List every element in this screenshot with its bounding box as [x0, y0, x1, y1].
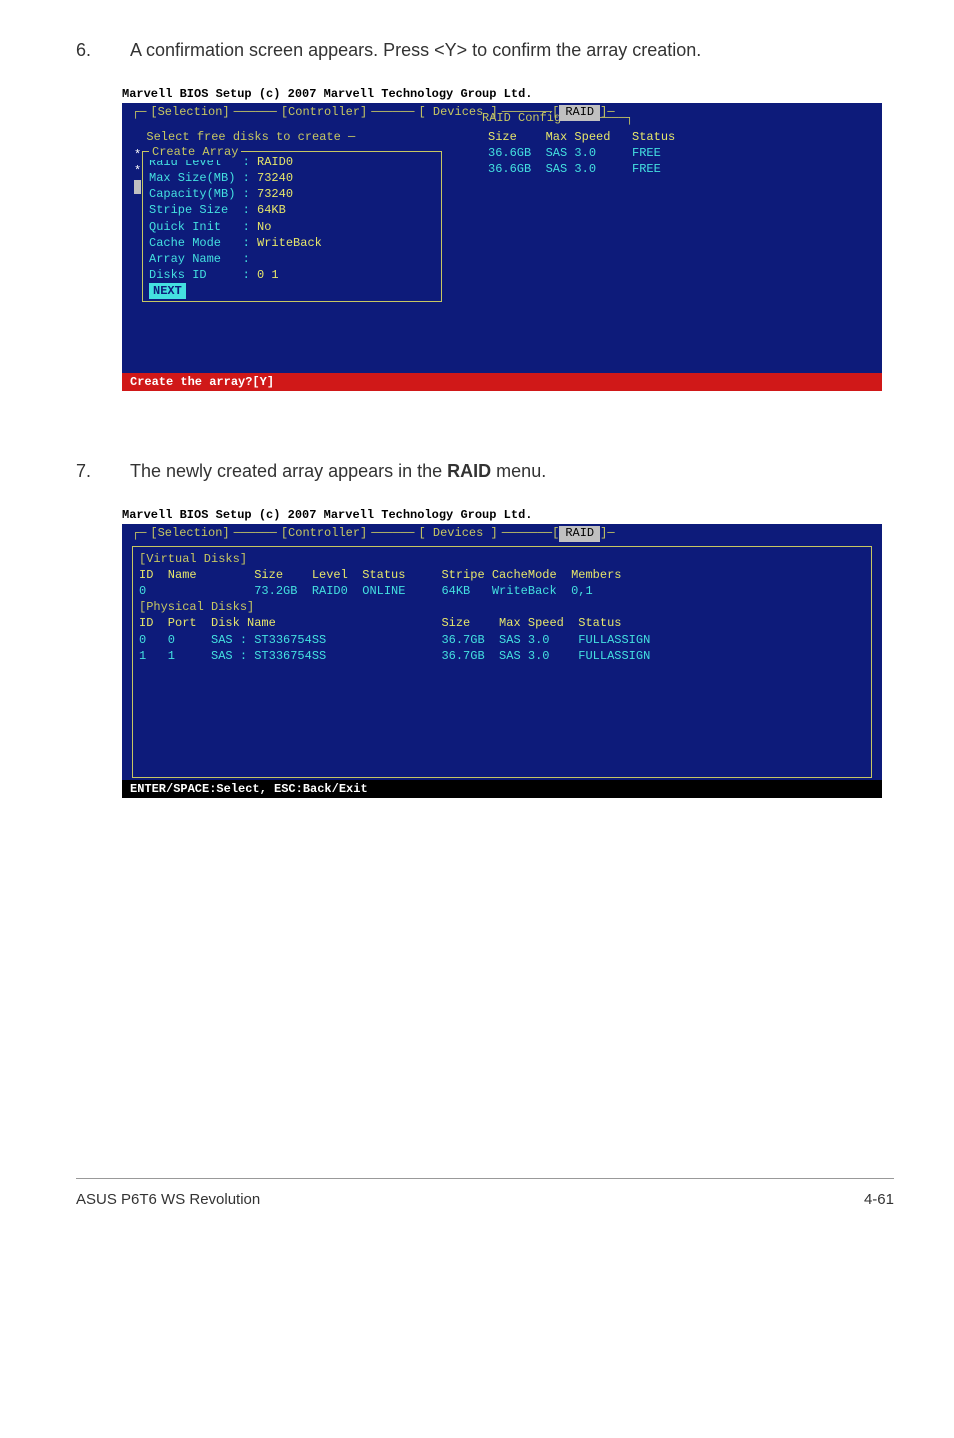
bios-body: ┌─ [Selection] ────── [Controller] ─────… — [122, 103, 882, 373]
raid-list: [Virtual Disks] ID Name Size Level Statu… — [132, 546, 872, 778]
bios-screenshot-1: Marvell BIOS Setup (c) 2007 Marvell Tech… — [122, 85, 882, 391]
bios-title: Marvell BIOS Setup (c) 2007 Marvell Tech… — [122, 85, 882, 103]
step-7: 7. The newly created array appears in th… — [76, 461, 894, 482]
step-text: A confirmation screen appears. Press <Y>… — [130, 40, 894, 61]
step-number: 7. — [76, 461, 100, 482]
tab-raid[interactable]: RAID — [559, 105, 600, 121]
capacity-key: Capacity(MB) : — [149, 187, 250, 201]
tab-controller[interactable]: [Controller] — [277, 526, 371, 542]
max-size-value: 73240 — [257, 171, 293, 185]
max-size-key: Max Size(MB) : — [149, 171, 250, 185]
footer-rule — [76, 1178, 894, 1179]
create-array-label: Create Array — [149, 144, 241, 160]
cache-mode-value[interactable]: WriteBack — [257, 236, 322, 250]
disk-list-header: Size Max Speed Status — [488, 129, 872, 145]
step-6: 6. A confirmation screen appears. Press … — [76, 40, 894, 61]
left-pane: Select free disks to create ─ ** Create … — [132, 129, 482, 303]
physical-disks-header: [Physical Disks] — [139, 599, 865, 615]
bios-tabs: ┌─ [Selection] ────── [Controller] ─────… — [132, 105, 872, 121]
footer-right: 4-61 — [864, 1191, 894, 1208]
footer-left: ASUS P6T6 WS Revolution — [76, 1191, 260, 1208]
tab-raid[interactable]: RAID — [559, 526, 600, 542]
step-text: The newly created array appears in the R… — [130, 461, 894, 482]
array-name-key: Array Name : — [149, 252, 250, 266]
tab-devices[interactable]: [ Devices ] — [414, 526, 501, 542]
confirm-bar[interactable]: Create the array?[Y] — [122, 373, 882, 391]
help-bar: ENTER/SPACE:Select, ESC:Back/Exit — [122, 780, 882, 798]
disks-id-value: 0 1 — [257, 268, 279, 282]
step-number: 6. — [76, 40, 100, 61]
capacity-value[interactable]: 73240 — [257, 187, 293, 201]
stripe-size-value[interactable]: 64KB — [257, 203, 286, 217]
disks-id-key: Disks ID : — [149, 268, 250, 282]
raid-level-value[interactable]: RAID0 — [257, 155, 293, 169]
cache-mode-key: Cache Mode : — [149, 236, 250, 250]
stripe-size-key: Stripe Size : — [149, 203, 250, 217]
bios-title: Marvell BIOS Setup (c) 2007 Marvell Tech… — [122, 506, 882, 524]
physical-disk-row-1[interactable]: 1 1 SAS : ST336754SS 36.7GB SAS 3.0 FULL… — [139, 648, 865, 664]
create-array-panel: Create Array Raid Level : RAID0 Max Size… — [142, 151, 442, 303]
virtual-disks-columns: ID Name Size Level Status Stripe CacheMo… — [139, 567, 865, 583]
bios-screenshot-2: Marvell BIOS Setup (c) 2007 Marvell Tech… — [122, 506, 882, 798]
quick-init-key: Quick Init : — [149, 220, 250, 234]
page-footer: ASUS P6T6 WS Revolution 4-61 — [76, 1191, 894, 1208]
tab-devices[interactable]: [ Devices ] — [414, 105, 501, 121]
bios-body: ┌─ [Selection] ────── [Controller] ─────… — [122, 524, 882, 780]
right-pane: Size Max Speed Status 36.6GB SAS 3.0 FRE… — [482, 129, 872, 303]
virtual-disk-row-0[interactable]: 0 73.2GB RAID0 ONLINE 64KB WriteBack 0,1 — [139, 583, 865, 599]
bios-tabs: ┌─ [Selection] ────── [Controller] ─────… — [132, 526, 872, 542]
virtual-disks-header: [Virtual Disks] — [139, 551, 865, 567]
tab-controller[interactable]: [Controller] — [277, 105, 371, 121]
disk-row-1[interactable]: 36.6GB SAS 3.0 FREE — [488, 161, 872, 177]
selection-markers: ** — [134, 147, 141, 196]
physical-disks-columns: ID Port Disk Name Size Max Speed Status — [139, 615, 865, 631]
next-button[interactable]: NEXT — [149, 283, 186, 299]
select-free-label: Select free disks to create ─ — [132, 129, 482, 145]
tab-selection[interactable]: [Selection] — [146, 526, 233, 542]
quick-init-value[interactable]: No — [257, 220, 271, 234]
disk-row-0[interactable]: 36.6GB SAS 3.0 FREE — [488, 145, 872, 161]
tab-selection[interactable]: [Selection] — [146, 105, 233, 121]
physical-disk-row-0[interactable]: 0 0 SAS : ST336754SS 36.7GB SAS 3.0 FULL… — [139, 632, 865, 648]
